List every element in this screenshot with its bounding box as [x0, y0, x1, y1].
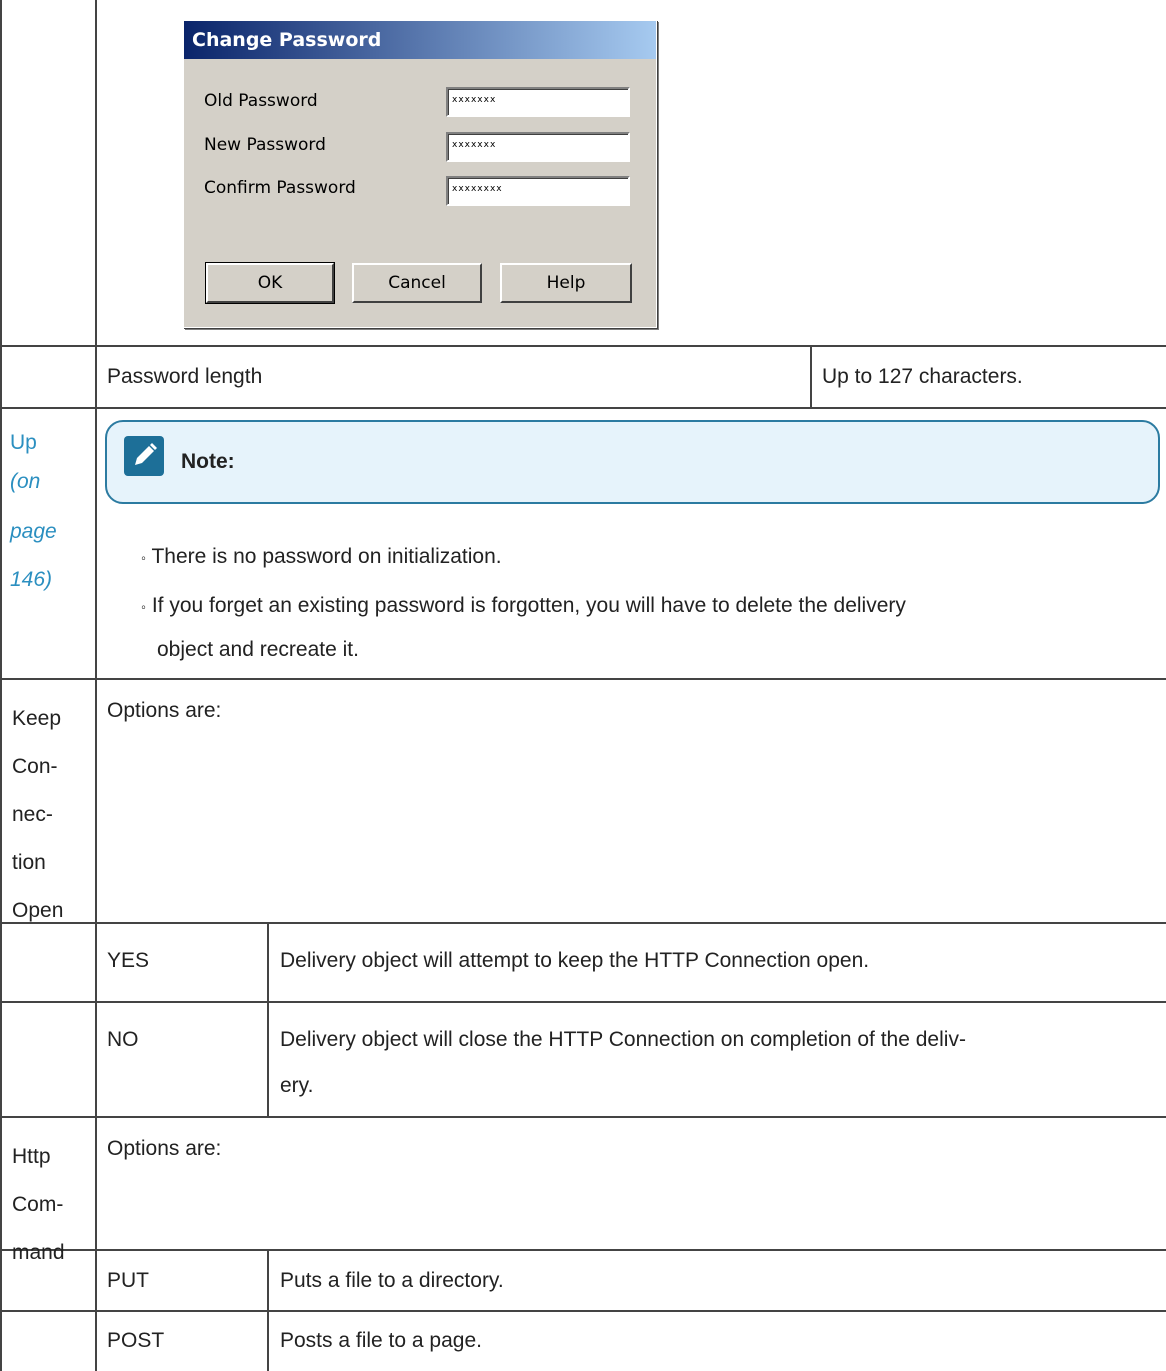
note-bullet-1: ◦ There is no password on initialization…	[141, 540, 502, 574]
note-bullet-2: ◦ If you forget an existing password is …	[141, 589, 906, 623]
old-password-field[interactable]: xxxxxxx	[446, 87, 630, 117]
inner-column-divider	[810, 345, 812, 408]
help-button[interactable]: Help	[500, 263, 632, 303]
name-line: Http	[12, 1145, 51, 1168]
table-left-border	[0, 0, 2, 1371]
option-desc-no-continued: ery.	[280, 1074, 314, 1097]
password-length-value: Up to 127 characters.	[822, 365, 1023, 388]
note-label: Note:	[181, 450, 235, 473]
pencil-edit-icon	[124, 436, 164, 476]
keep-connection-open-name: Keep Con- nec- tion Open	[12, 695, 63, 935]
row-divider	[0, 922, 1166, 924]
bullet-marker: ◦	[141, 549, 146, 566]
confirm-password-field[interactable]: xxxxxxxx	[446, 176, 630, 206]
up-link-page-number[interactable]: 146)	[10, 563, 52, 597]
name-line: Open	[12, 899, 64, 922]
confirm-password-label: Confirm Password	[204, 178, 356, 198]
new-password-field[interactable]: xxxxxxx	[446, 132, 630, 162]
password-length-label: Password length	[107, 365, 263, 388]
up-link-on[interactable]: (on	[10, 465, 40, 499]
row-divider	[0, 1310, 1166, 1312]
bullet-marker: ◦	[141, 598, 146, 615]
row-divider	[0, 1001, 1166, 1003]
note-box: Note:	[105, 420, 1160, 504]
ok-button[interactable]: OK	[205, 262, 335, 304]
dialog-title: Change Password	[184, 21, 656, 59]
change-password-dialog: Change Password Old Password xxxxxxx New…	[183, 20, 657, 328]
option-desc-yes: Delivery object will attempt to keep the…	[280, 949, 870, 972]
inner-column-divider	[267, 922, 269, 1117]
note-bullet-text: There is no password on initialization.	[151, 545, 502, 568]
option-key-post: POST	[107, 1329, 165, 1352]
name-line: mand	[12, 1241, 65, 1264]
up-link[interactable]: Up	[10, 426, 37, 460]
name-line: nec-	[12, 803, 53, 826]
option-desc-no: Delivery object will close the HTTP Conn…	[280, 1028, 966, 1051]
table-column-divider	[95, 0, 97, 1371]
old-password-label: Old Password	[204, 91, 318, 111]
row-divider	[0, 407, 1166, 409]
row-divider	[0, 1116, 1166, 1118]
name-line: Com-	[12, 1193, 64, 1216]
name-line: Con-	[12, 755, 58, 778]
cancel-button[interactable]: Cancel	[352, 263, 482, 303]
http-command-name: Http Com- mand	[12, 1133, 65, 1277]
keep-connection-intro: Options are:	[107, 699, 222, 722]
http-command-intro: Options are:	[107, 1137, 222, 1160]
inner-column-divider	[267, 1249, 269, 1371]
option-key-yes: YES	[107, 949, 150, 972]
note-bullet-2-continued: object and recreate it.	[157, 638, 359, 661]
new-password-label: New Password	[204, 135, 326, 155]
name-line: Keep	[12, 707, 62, 730]
note-bullet-text: If you forget an existing password is fo…	[151, 594, 906, 617]
row-divider	[0, 1249, 1166, 1251]
up-link-page[interactable]: page	[10, 515, 57, 549]
row-divider	[0, 678, 1166, 680]
name-line: tion	[12, 851, 46, 874]
option-key-no: NO	[107, 1028, 139, 1051]
option-desc-post: Posts a file to a page.	[280, 1329, 482, 1352]
option-key-put: PUT	[107, 1269, 149, 1292]
row-divider	[0, 345, 1166, 347]
option-desc-put: Puts a file to a directory.	[280, 1269, 504, 1292]
